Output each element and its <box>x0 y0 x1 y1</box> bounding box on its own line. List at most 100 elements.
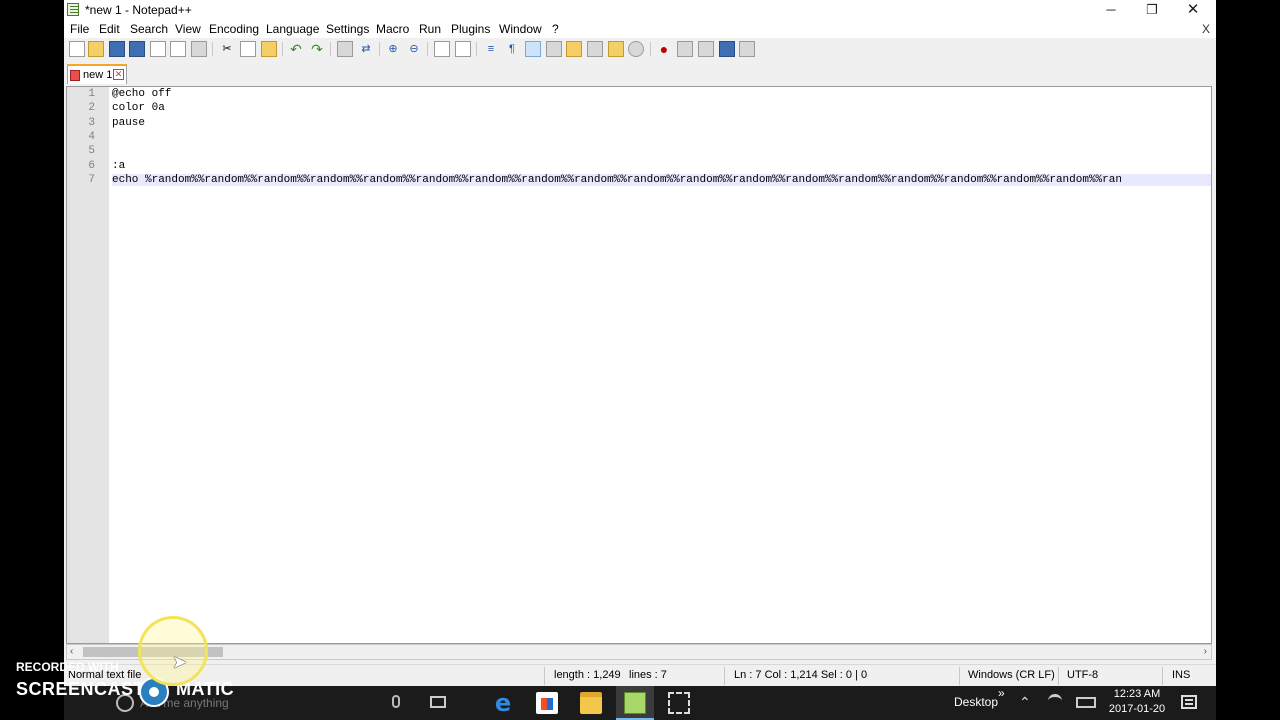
save-icon[interactable] <box>109 41 125 57</box>
menu-macro[interactable]: Macro <box>376 22 409 36</box>
zoom-in-icon[interactable]: ⊕ <box>385 41 401 57</box>
find-icon[interactable] <box>337 41 353 57</box>
chevron-right-icon[interactable]: » <box>998 686 1005 700</box>
editor-area[interactable]: 1 2 3 4 5 6 7 @echo off color 0a pause :… <box>66 86 1212 644</box>
monitoring-icon[interactable] <box>628 41 644 57</box>
unsaved-file-icon <box>70 70 80 81</box>
line-number-gutter: 1 2 3 4 5 6 7 <box>67 87 109 643</box>
line-number: 3 <box>88 117 95 129</box>
open-file-icon[interactable] <box>88 41 104 57</box>
task-view-icon[interactable] <box>430 696 446 708</box>
menu-help[interactable]: ? <box>552 22 559 36</box>
notepad-plus-plus-icon[interactable] <box>67 3 79 16</box>
run-macro-multiple-icon[interactable] <box>719 41 735 57</box>
sync-horizontal-icon[interactable] <box>455 41 471 57</box>
close-icon[interactable] <box>150 41 166 57</box>
tab-close-icon[interactable]: ✕ <box>113 69 124 80</box>
chevron-up-icon[interactable]: ⌃ <box>1019 694 1031 711</box>
mouse-pointer-icon: ➤ <box>172 652 188 672</box>
replace-icon[interactable]: ⇄ <box>358 41 374 57</box>
tab-label: new 1 <box>83 69 113 81</box>
code-line[interactable]: pause <box>112 117 145 129</box>
store-icon[interactable] <box>536 692 558 714</box>
close-all-icon[interactable] <box>170 41 186 57</box>
sync-vertical-icon[interactable] <box>434 41 450 57</box>
menu-search[interactable]: Search <box>130 22 168 36</box>
save-macro-icon[interactable] <box>739 41 755 57</box>
status-divider <box>1058 667 1059 685</box>
line-number: 2 <box>88 102 95 114</box>
cursor-highlight-ring <box>138 616 208 686</box>
desktop-toolbar-label[interactable]: Desktop <box>954 695 998 709</box>
redo-icon[interactable]: ↷ <box>309 41 325 57</box>
indent-guide-icon[interactable] <box>525 41 541 57</box>
code-line-current[interactable]: echo %random%%random%%random%%random%%ra… <box>112 174 1211 186</box>
word-wrap-icon[interactable]: ≡ <box>483 41 499 57</box>
status-insert-mode[interactable]: INS <box>1172 669 1190 681</box>
toolbar-separator <box>650 42 651 56</box>
folder-as-workspace-icon[interactable] <box>608 41 624 57</box>
undo-icon[interactable]: ↶ <box>288 41 304 57</box>
file-explorer-icon[interactable] <box>580 692 602 714</box>
scroll-left-arrow-icon[interactable]: ‹ <box>70 646 73 657</box>
play-macro-icon[interactable] <box>698 41 714 57</box>
menu-language[interactable]: Language <box>266 22 319 36</box>
line-number: 1 <box>88 88 95 100</box>
zoom-out-icon[interactable]: ⊖ <box>406 41 422 57</box>
toolbar: ✂ ↶ ↷ ⇄ ⊕ ⊖ ≡ ¶ ● <box>64 38 1216 60</box>
paste-icon[interactable] <box>261 41 277 57</box>
toolbar-separator <box>212 42 213 56</box>
menu-file[interactable]: File <box>70 22 89 36</box>
status-encoding[interactable]: UTF-8 <box>1067 669 1098 681</box>
menu-settings[interactable]: Settings <box>326 22 369 36</box>
show-all-chars-icon[interactable]: ¶ <box>504 41 520 57</box>
code-line[interactable]: @echo off <box>112 88 171 100</box>
close-document-button[interactable]: X <box>1202 22 1210 36</box>
cut-icon[interactable]: ✂ <box>219 41 235 57</box>
scroll-right-arrow-icon[interactable]: › <box>1204 646 1207 657</box>
tab-new-1[interactable]: new 1 ✕ <box>67 64 127 84</box>
toolbar-separator <box>330 42 331 56</box>
menu-view[interactable]: View <box>175 22 201 36</box>
screencast-o-matic-watermark: RECORDED WITH SCREENCAST MATIC <box>0 657 260 717</box>
stop-macro-icon[interactable] <box>677 41 693 57</box>
edge-browser-icon[interactable]: e <box>492 691 514 715</box>
line-number: 7 <box>88 174 95 186</box>
status-divider <box>724 667 725 685</box>
print-icon[interactable] <box>191 41 207 57</box>
keyboard-icon[interactable] <box>1076 697 1096 708</box>
minimize-button[interactable]: ─ <box>1091 0 1131 20</box>
function-list-icon[interactable] <box>587 41 603 57</box>
toolbar-separator <box>282 42 283 56</box>
record-macro-icon[interactable]: ● <box>656 41 672 57</box>
clock-time[interactable]: 12:23 AM <box>1110 688 1164 700</box>
code-line[interactable]: color 0a <box>112 102 165 114</box>
menu-window[interactable]: Window <box>499 22 542 36</box>
snipping-tool-icon[interactable] <box>668 692 690 714</box>
wifi-icon[interactable] <box>1048 694 1062 708</box>
doc-map-icon[interactable] <box>566 41 582 57</box>
new-file-icon[interactable] <box>69 41 85 57</box>
menu-encoding[interactable]: Encoding <box>209 22 259 36</box>
notification-icon[interactable] <box>1181 695 1197 709</box>
code-line[interactable]: :a <box>112 160 125 172</box>
maximize-button[interactable]: ❐ <box>1132 0 1172 20</box>
menu-edit[interactable]: Edit <box>99 22 120 36</box>
notepad-plus-plus-taskbar-icon[interactable] <box>624 692 646 714</box>
line-number: 4 <box>88 131 95 143</box>
toolbar-separator <box>427 42 428 56</box>
status-eol[interactable]: Windows (CR LF) <box>968 669 1055 681</box>
save-all-icon[interactable] <box>129 41 145 57</box>
line-number: 5 <box>88 145 95 157</box>
watermark-brand-left: SCREENCAST <box>16 679 146 699</box>
title-bar[interactable]: *new 1 - Notepad++ ─ ❐ ✕ <box>64 0 1216 20</box>
close-button[interactable]: ✕ <box>1173 0 1213 20</box>
menu-plugins[interactable]: Plugins <box>451 22 490 36</box>
menu-run[interactable]: Run <box>419 22 441 36</box>
microphone-icon[interactable] <box>392 695 400 708</box>
status-divider <box>544 667 545 685</box>
copy-icon[interactable] <box>240 41 256 57</box>
udl-icon[interactable] <box>546 41 562 57</box>
line-number: 6 <box>88 160 95 172</box>
clock-date[interactable]: 2017-01-20 <box>1107 703 1167 715</box>
